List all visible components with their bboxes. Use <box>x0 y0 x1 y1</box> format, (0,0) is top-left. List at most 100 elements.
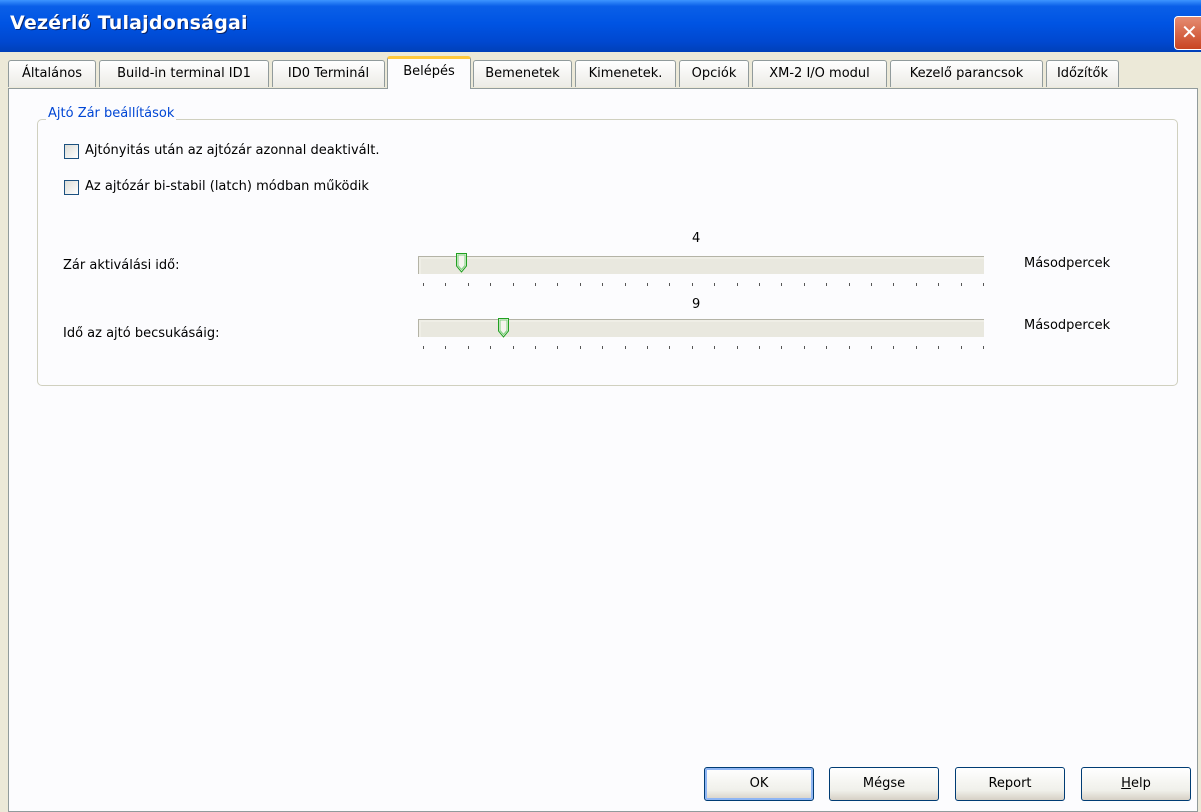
tab-label: Opciók <box>691 66 737 81</box>
tab-altalanos[interactable]: Általános <box>8 60 96 87</box>
slider-tick <box>781 346 782 349</box>
tab-bemenetek[interactable]: Bemenetek <box>473 60 572 87</box>
slider-tick <box>893 283 894 286</box>
slider-tick <box>692 283 693 286</box>
tab-idozitok[interactable]: Időzítők <box>1046 60 1119 87</box>
tab-label: Általános <box>21 66 83 81</box>
lock-activation-time-value: 4 <box>692 231 701 246</box>
door-close-time-unit: Másodpercek <box>1024 318 1111 333</box>
slider-tick <box>692 346 693 349</box>
close-icon: ✕ <box>1181 20 1198 44</box>
slider-tick <box>938 283 939 286</box>
title-bar[interactable]: Vezérlő Tulajdonságai ✕ <box>0 0 1201 52</box>
ok-button[interactable]: OK <box>704 767 814 801</box>
slider-tick <box>871 283 872 286</box>
slider-tick <box>445 346 446 349</box>
help-label: elp <box>1130 776 1151 791</box>
slider-tick <box>759 346 760 349</box>
lock-activation-time-thumb[interactable] <box>456 253 467 273</box>
slider-tick <box>580 346 581 349</box>
slider-tick <box>423 346 424 349</box>
slider-tick <box>849 283 850 286</box>
slider-tick <box>602 283 603 286</box>
report-label: Report <box>988 776 1032 791</box>
slider-tick <box>781 283 782 286</box>
lock-activation-time-ticks <box>423 283 984 289</box>
group-title: Ajtó Zár beállítások <box>46 106 177 121</box>
tab-xm2-io-modul[interactable]: XM-2 I/O modul <box>752 60 887 87</box>
slider-tick <box>669 283 670 286</box>
window-title: Vezérlő Tulajdonságai <box>10 12 248 34</box>
cancel-label: Mégse <box>862 776 906 791</box>
slider-tick <box>826 283 827 286</box>
slider-tick <box>580 283 581 286</box>
slider-tick <box>490 346 491 349</box>
slider-tick <box>916 346 917 349</box>
tab-label: Kezelő parancsok <box>909 66 1024 81</box>
slider-tick <box>557 346 558 349</box>
slider-tick <box>714 283 715 286</box>
slider-tick <box>669 346 670 349</box>
latch-mode-label[interactable]: Az ajtózár bi-stabil (latch) módban műkö… <box>85 179 369 194</box>
slider-tick <box>961 346 962 349</box>
tab-label: XM-2 I/O modul <box>769 66 870 81</box>
slider-tick <box>468 346 469 349</box>
door-close-time-thumb[interactable] <box>498 318 509 338</box>
slider-tick <box>602 346 603 349</box>
slider-tick <box>849 346 850 349</box>
tab-belepes[interactable]: Belépés <box>387 56 471 89</box>
tab-kimenetek[interactable]: Kimenetek. <box>575 60 676 87</box>
tab-label: Kimenetek. <box>588 66 663 81</box>
ok-label: OK <box>749 776 769 791</box>
tab-build-in-terminal[interactable]: Build-in terminal ID1 <box>99 60 269 87</box>
tab-kezelo-parancsok[interactable]: Kezelő parancsok <box>890 60 1043 87</box>
slider-tick <box>490 283 491 286</box>
slider-tick <box>423 283 424 286</box>
slider-tick <box>826 346 827 349</box>
slider-tick <box>938 346 939 349</box>
slider-tick <box>804 346 805 349</box>
door-close-time-ticks <box>423 346 984 352</box>
slider-tick <box>871 346 872 349</box>
slider-tick <box>961 283 962 286</box>
slider-tick <box>625 346 626 349</box>
slider-tick <box>557 283 558 286</box>
slider-tick <box>759 283 760 286</box>
door-close-time-label: Idő az ajtó becsukásáig: <box>63 326 220 341</box>
immediate-deactivate-label[interactable]: Ajtónyitás után az ajtózár azonnal deakt… <box>85 143 379 158</box>
slider-tick <box>535 283 536 286</box>
slider-tick <box>625 283 626 286</box>
door-close-time-value: 9 <box>692 297 701 312</box>
slider-tick <box>983 283 984 286</box>
slider-tick <box>647 346 648 349</box>
help-button[interactable]: Help <box>1081 767 1191 801</box>
slider-tick <box>468 283 469 286</box>
lock-activation-time-unit: Másodpercek <box>1024 256 1111 271</box>
latch-mode-checkbox[interactable] <box>64 180 79 195</box>
slider-tick <box>513 283 514 286</box>
tab-label: Build-in terminal ID1 <box>117 66 251 81</box>
slider-tick <box>916 283 917 286</box>
lock-activation-time-slider[interactable] <box>418 256 984 274</box>
report-button[interactable]: Report <box>955 767 1065 801</box>
slider-tick <box>737 346 738 349</box>
slider-tick <box>535 346 536 349</box>
tab-id0-terminal[interactable]: ID0 Terminál <box>272 60 385 87</box>
slider-tick <box>714 346 715 349</box>
immediate-deactivate-checkbox[interactable] <box>64 144 79 159</box>
slider-tick <box>804 283 805 286</box>
slider-tick <box>513 346 514 349</box>
help-mnemonic: H <box>1121 776 1131 791</box>
slider-tick <box>737 283 738 286</box>
slider-tick <box>647 283 648 286</box>
tab-label: ID0 Terminál <box>287 66 370 81</box>
tab-opciok[interactable]: Opciók <box>679 60 749 87</box>
cancel-button[interactable]: Mégse <box>829 767 939 801</box>
slider-tick <box>445 283 446 286</box>
tab-label: Bemenetek <box>485 66 560 81</box>
lock-activation-time-label: Zár aktiválási idő: <box>63 258 180 273</box>
close-button[interactable]: ✕ <box>1174 16 1201 50</box>
slider-tick <box>893 346 894 349</box>
tab-label: Belépés <box>403 64 455 79</box>
tab-label: Időzítők <box>1056 66 1109 81</box>
